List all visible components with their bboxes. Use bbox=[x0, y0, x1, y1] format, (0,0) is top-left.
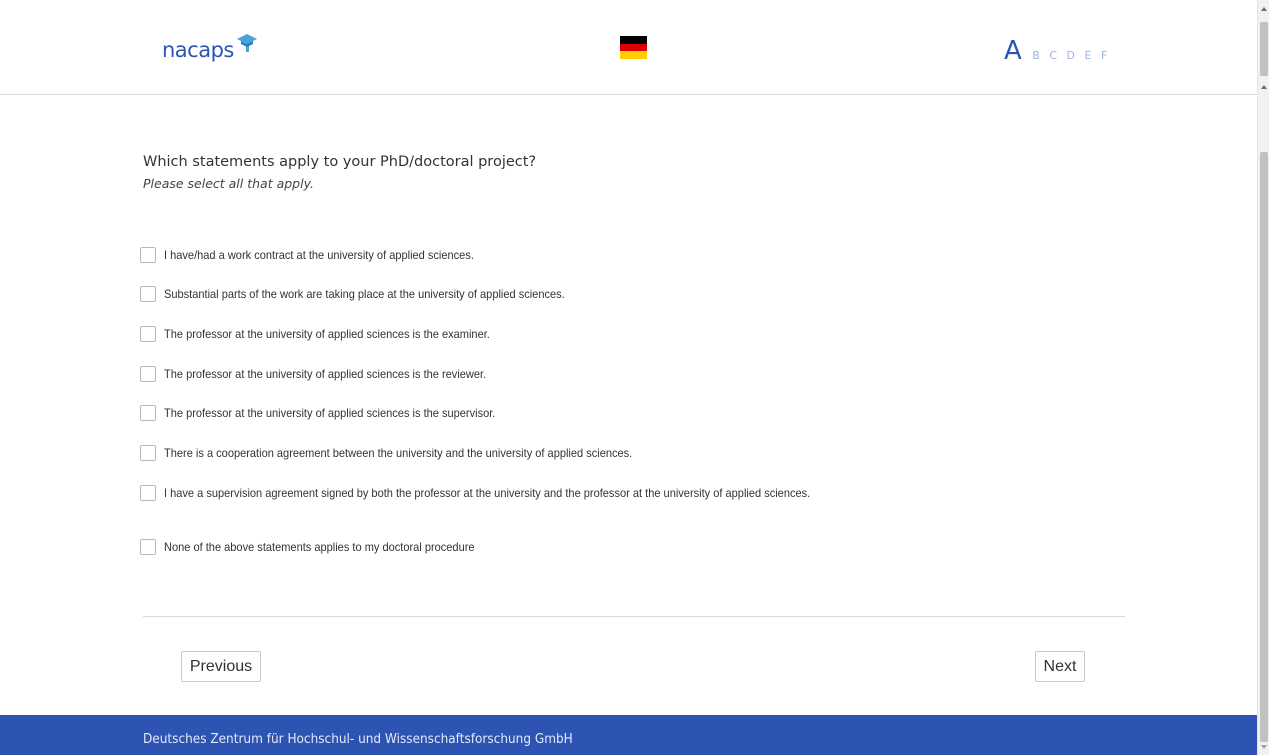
option-none-of-the-above[interactable]: None of the above statements applies to … bbox=[140, 538, 502, 556]
checkbox[interactable] bbox=[140, 405, 156, 421]
previous-button[interactable]: Previous bbox=[181, 651, 261, 682]
option-label: The professor at the university of appli… bbox=[164, 367, 487, 381]
footer: Deutsches Zentrum für Hochschul- und Wis… bbox=[0, 715, 1257, 755]
checkbox[interactable] bbox=[140, 286, 156, 302]
logo-text: nacaps bbox=[162, 38, 234, 62]
option-label: The professor at the university of appli… bbox=[164, 406, 496, 420]
scroll-thumb[interactable] bbox=[1260, 22, 1268, 76]
step-c: C bbox=[1049, 49, 1058, 62]
divider bbox=[143, 616, 1125, 617]
scrollbar[interactable] bbox=[1257, 0, 1269, 755]
option-reviewer[interactable]: The professor at the university of appli… bbox=[140, 365, 514, 383]
question-hint: Please select all that apply. bbox=[143, 176, 314, 191]
option-label: There is a cooperation agreement between… bbox=[164, 446, 633, 460]
header: nacaps A B C D E F bbox=[0, 0, 1257, 95]
flag-stripe-gold bbox=[620, 51, 647, 60]
question-title: Which statements apply to your PhD/docto… bbox=[143, 154, 537, 170]
option-cooperation-agreement[interactable]: There is a cooperation agreement between… bbox=[140, 444, 673, 462]
scroll-up-arrow-icon[interactable] bbox=[1261, 7, 1267, 11]
option-label: Substantial parts of the work are taking… bbox=[164, 287, 565, 301]
option-examiner[interactable]: The professor at the university of appli… bbox=[140, 325, 518, 343]
option-substantial-parts[interactable]: Substantial parts of the work are taking… bbox=[140, 285, 600, 303]
flag-stripe-black bbox=[620, 36, 647, 44]
step-a: A bbox=[1004, 36, 1023, 66]
scroll-up-arrow-icon[interactable] bbox=[1261, 85, 1267, 89]
step-b: B bbox=[1032, 49, 1041, 62]
option-label: The professor at the university of appli… bbox=[164, 327, 490, 341]
survey-page: nacaps A B C D E F Which statements appl… bbox=[0, 0, 1257, 755]
checkbox[interactable] bbox=[140, 445, 156, 461]
option-label: I have/had a work contract at the univer… bbox=[164, 248, 474, 262]
step-f: F bbox=[1100, 49, 1108, 62]
checkbox[interactable] bbox=[140, 539, 156, 555]
checkbox[interactable] bbox=[140, 485, 156, 501]
checkbox[interactable] bbox=[140, 326, 156, 342]
step-d: D bbox=[1066, 49, 1076, 62]
graduation-cap-icon bbox=[236, 34, 257, 52]
question-block: Which statements apply to your PhD/docto… bbox=[143, 152, 1143, 193]
german-flag-icon[interactable] bbox=[620, 36, 647, 60]
scroll-down-arrow-icon[interactable] bbox=[1261, 745, 1267, 749]
flag-stripe-red bbox=[620, 43, 647, 52]
checkbox[interactable] bbox=[140, 247, 156, 263]
option-supervisor[interactable]: The professor at the university of appli… bbox=[140, 404, 524, 422]
option-label: I have a supervision agreement signed by… bbox=[164, 486, 811, 500]
nacaps-logo: nacaps bbox=[162, 34, 258, 66]
option-supervision-agreement[interactable]: I have a supervision agreement signed by… bbox=[140, 484, 866, 502]
checkbox[interactable] bbox=[140, 366, 156, 382]
scroll-thumb[interactable] bbox=[1260, 152, 1268, 742]
step-e: E bbox=[1084, 49, 1092, 62]
option-work-contract[interactable]: I have/had a work contract at the univer… bbox=[140, 246, 501, 264]
progress-steps: A B C D E F bbox=[1004, 36, 1108, 66]
footer-text: Deutsches Zentrum für Hochschul- und Wis… bbox=[143, 732, 573, 747]
next-button[interactable]: Next bbox=[1035, 651, 1085, 682]
option-label: None of the above statements applies to … bbox=[164, 540, 475, 554]
